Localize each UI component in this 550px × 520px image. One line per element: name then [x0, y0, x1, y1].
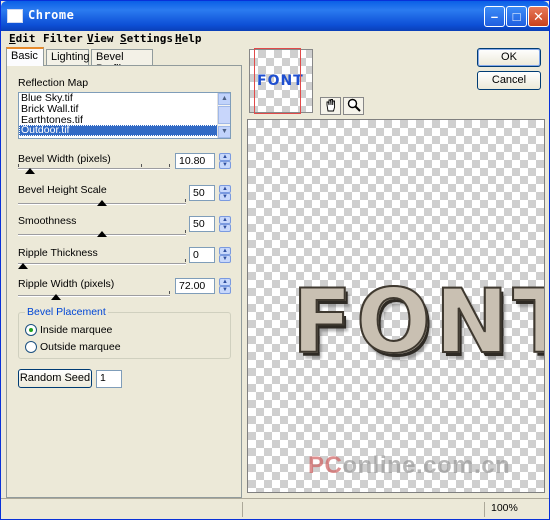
bevel-width-thumb[interactable]	[25, 168, 35, 174]
slider-tick	[18, 164, 19, 167]
menu-edit-rest: dit	[15, 32, 36, 45]
bevel-width-field[interactable]: 10.80	[175, 153, 215, 169]
ripple-thickness-slider[interactable]	[18, 263, 186, 265]
list-item-selected[interactable]: Outdoor.tif	[19, 125, 230, 137]
window-title: Chrome	[28, 8, 75, 22]
spin-up-icon[interactable]: ▲	[219, 278, 231, 286]
menu-view-rest: iew	[93, 32, 114, 45]
ripple-width-field[interactable]: 72.00	[175, 278, 215, 294]
spin-up-icon[interactable]: ▲	[219, 247, 231, 255]
watermark-prefix: PC	[308, 452, 343, 479]
bevel-height-spinner[interactable]: ▲ ▼	[219, 185, 231, 201]
bevel-height-thumb[interactable]	[97, 200, 107, 206]
menu-bar: Edit Filter View Settings Help	[1, 31, 549, 46]
hand-tool-icon[interactable]	[320, 97, 341, 115]
scroll-down-icon[interactable]: ▼	[218, 126, 230, 138]
ok-button[interactable]: OK	[477, 48, 541, 67]
menu-help-mnemonic: H	[175, 32, 182, 45]
status-cell-empty	[242, 502, 482, 517]
menu-filter[interactable]: Filter	[43, 32, 83, 45]
ripple-thickness-label: Ripple Thickness	[18, 247, 98, 259]
spin-down-icon[interactable]: ▼	[219, 255, 231, 263]
outside-marquee-radio[interactable]	[25, 341, 37, 353]
menu-edit[interactable]: Edit	[9, 32, 36, 45]
status-bar: 100%	[1, 498, 549, 519]
spin-down-icon[interactable]: ▼	[219, 286, 231, 294]
spin-up-icon[interactable]: ▲	[219, 153, 231, 161]
preview-canvas[interactable]: FONT PConline.com.cn	[247, 119, 545, 493]
navigator-view-rect[interactable]	[254, 48, 301, 114]
tab-bevel-profile[interactable]: Bevel Profile	[91, 49, 153, 75]
smoothness-label: Smoothness	[18, 215, 77, 227]
menu-help[interactable]: Help	[175, 32, 202, 45]
app-icon	[7, 9, 23, 23]
scroll-thumb[interactable]	[218, 106, 230, 124]
hand-icon	[326, 99, 335, 112]
slider-tick	[169, 291, 170, 294]
smoothness-thumb[interactable]	[97, 231, 107, 237]
cancel-button[interactable]: Cancel	[477, 71, 541, 90]
reflection-map-list[interactable]: Blue Sky.tif Brick Wall.tif Earthtones.t…	[18, 92, 231, 139]
ripple-width-slider[interactable]	[18, 295, 170, 297]
tab-lighting[interactable]: Lighting	[46, 49, 90, 65]
menu-view[interactable]: View	[87, 32, 114, 45]
menu-settings[interactable]: Settings	[120, 32, 173, 45]
title-bar[interactable]: Chrome – □ ✕	[1, 1, 549, 31]
ripple-thickness-thumb[interactable]	[18, 263, 28, 269]
scroll-up-icon[interactable]: ▲	[218, 93, 230, 105]
reflection-map-label: Reflection Map	[18, 77, 89, 89]
menu-settings-rest: ettings	[126, 32, 173, 45]
ripple-thickness-field[interactable]: 0	[189, 247, 215, 263]
bevel-height-field[interactable]: 50	[189, 185, 215, 201]
ripple-width-spinner[interactable]: ▲ ▼	[219, 278, 231, 294]
list-scrollbar[interactable]: ▲ ▼	[217, 93, 230, 138]
inside-marquee-label[interactable]: Inside marquee	[40, 324, 112, 336]
watermark-rest: online.com.cn	[342, 452, 511, 479]
zoom-tool-icon[interactable]	[343, 97, 364, 115]
chrome-text-preview: FONT	[291, 269, 544, 374]
spin-down-icon[interactable]: ▼	[219, 161, 231, 169]
bevel-width-spinner[interactable]: ▲ ▼	[219, 153, 231, 169]
spin-down-icon[interactable]: ▼	[219, 224, 231, 232]
spin-up-icon[interactable]: ▲	[219, 216, 231, 224]
slider-tick	[141, 164, 142, 167]
spin-down-icon[interactable]: ▼	[219, 193, 231, 201]
chrome-dialog: Chrome – □ ✕ Edit Filter View Settings H…	[0, 0, 550, 520]
bevel-width-label: Bevel Width (pixels)	[18, 153, 111, 165]
random-seed-field[interactable]: 1	[96, 370, 122, 388]
menu-filter-label: Filter	[43, 32, 83, 45]
slider-tick	[169, 164, 170, 167]
smoothness-spinner[interactable]: ▲ ▼	[219, 216, 231, 232]
bevel-placement-title: Bevel Placement	[25, 306, 108, 318]
ripple-thickness-spinner[interactable]: ▲ ▼	[219, 247, 231, 263]
menu-edit-mnemonic: E	[9, 32, 16, 45]
menu-settings-mnemonic: S	[120, 32, 127, 45]
watermark-logo: PConline.com.cn	[308, 452, 510, 480]
random-seed-button[interactable]: Random Seed	[18, 369, 92, 388]
ripple-width-thumb[interactable]	[51, 294, 61, 300]
maximize-button[interactable]: □	[506, 6, 527, 27]
smoothness-field[interactable]: 50	[189, 216, 215, 232]
menu-help-rest: elp	[181, 32, 202, 45]
zoom-level: 100%	[484, 502, 544, 517]
magnifier-icon	[347, 98, 361, 112]
slider-tick	[185, 259, 186, 262]
spin-up-icon[interactable]: ▲	[219, 185, 231, 193]
list-item[interactable]: Brick Wall.tif	[19, 103, 230, 115]
slider-tick	[185, 199, 186, 202]
close-button[interactable]: ✕	[528, 6, 549, 27]
menu-view-mnemonic: V	[87, 32, 94, 45]
minimize-button[interactable]: –	[484, 6, 505, 27]
outside-marquee-label[interactable]: Outside marquee	[40, 341, 121, 353]
bevel-height-label: Bevel Height Scale	[18, 184, 107, 196]
bevel-width-slider[interactable]	[18, 168, 170, 170]
slider-tick	[185, 230, 186, 233]
tab-basic[interactable]: Basic	[6, 47, 44, 66]
inside-marquee-radio[interactable]	[25, 324, 37, 336]
ripple-width-label: Ripple Width (pixels)	[18, 278, 115, 290]
